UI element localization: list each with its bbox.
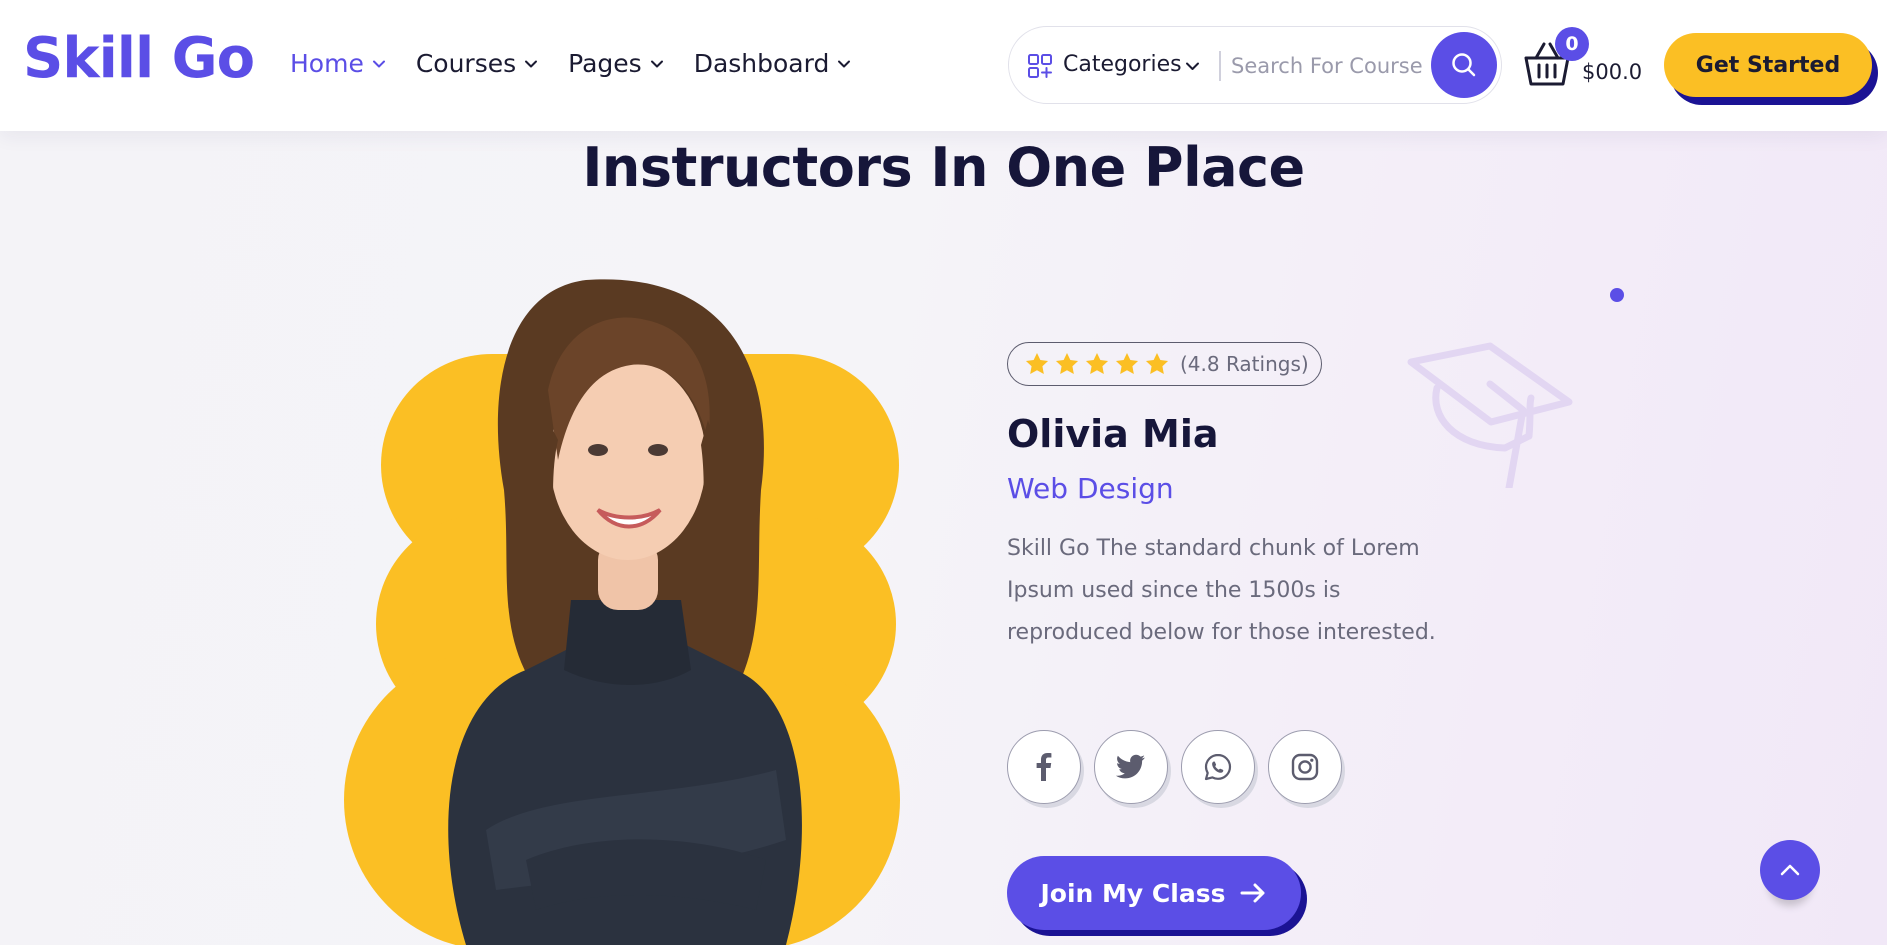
instagram-icon (1291, 753, 1319, 781)
grid-plus-icon (1028, 54, 1052, 78)
nav-item-courses[interactable]: Courses (416, 46, 538, 82)
whatsapp-button[interactable] (1181, 730, 1255, 804)
instagram-button[interactable] (1268, 730, 1342, 804)
site-header: Skill Go Home Courses Pages Dashboard Ca… (0, 0, 1887, 131)
chevron-up-icon (1780, 864, 1800, 876)
chevron-down-icon (650, 60, 663, 68)
join-class-button[interactable]: Join My Class (1007, 856, 1301, 930)
chevron-down-icon[interactable] (1185, 59, 1200, 73)
main-nav: Home Courses Pages Dashboard (290, 46, 881, 82)
search-icon (1452, 53, 1476, 77)
nav-item-dashboard[interactable]: Dashboard (694, 46, 852, 82)
decorative-dot (1610, 288, 1624, 302)
whatsapp-icon (1204, 753, 1232, 781)
graduation-cap-icon (1407, 342, 1573, 488)
cart-total: $00.0 (1582, 60, 1643, 84)
star-icon (1055, 352, 1079, 374)
star-icon (1085, 352, 1109, 374)
categories-dropdown[interactable]: Categories (1063, 49, 1182, 81)
site-logo[interactable]: Skill Go (23, 24, 255, 94)
star-icon (1115, 352, 1139, 374)
cart-count-badge: 0 (1555, 27, 1589, 61)
facebook-icon (1036, 753, 1052, 781)
scroll-to-top-button[interactable] (1760, 840, 1820, 900)
rating-stars (1024, 351, 1170, 377)
search-input[interactable] (1231, 47, 1431, 85)
facebook-button[interactable] (1007, 730, 1081, 804)
get-started-button[interactable]: Get Started (1664, 33, 1872, 97)
chevron-down-icon (525, 60, 538, 68)
rating-text: (4.8 Ratings) (1180, 352, 1309, 376)
instructor-name: Olivia Mia (1007, 412, 1219, 456)
yellow-blob-shape (344, 279, 900, 945)
nav-item-pages[interactable]: Pages (568, 46, 664, 82)
star-icon (1025, 352, 1049, 374)
rating-badge: (4.8 Ratings) (1007, 342, 1322, 386)
nav-item-label: Pages (568, 49, 642, 78)
search-bar: Categories (1008, 26, 1502, 104)
instructor-photo (336, 270, 956, 945)
star-icon (1145, 352, 1169, 374)
twitter-icon (1115, 754, 1145, 779)
nav-item-home[interactable]: Home (290, 46, 386, 82)
nav-item-label: Dashboard (693, 49, 830, 78)
instructor-description: Skill Go The standard chunk of Lorem Ips… (1007, 536, 1436, 645)
nav-item-label: Courses (415, 49, 517, 78)
arrow-right-icon (1240, 883, 1265, 903)
instructor-role: Web Design (1007, 472, 1174, 505)
search-button[interactable] (1431, 32, 1497, 98)
search-divider (1219, 51, 1221, 81)
twitter-button[interactable] (1094, 730, 1168, 804)
section-title: Instructors In One Place (582, 136, 1305, 199)
chevron-down-icon (838, 60, 851, 68)
chevron-down-icon (372, 60, 385, 68)
join-class-label: Join My Class (1040, 878, 1226, 908)
nav-item-label: Home (290, 49, 364, 78)
social-links (1007, 730, 1342, 804)
